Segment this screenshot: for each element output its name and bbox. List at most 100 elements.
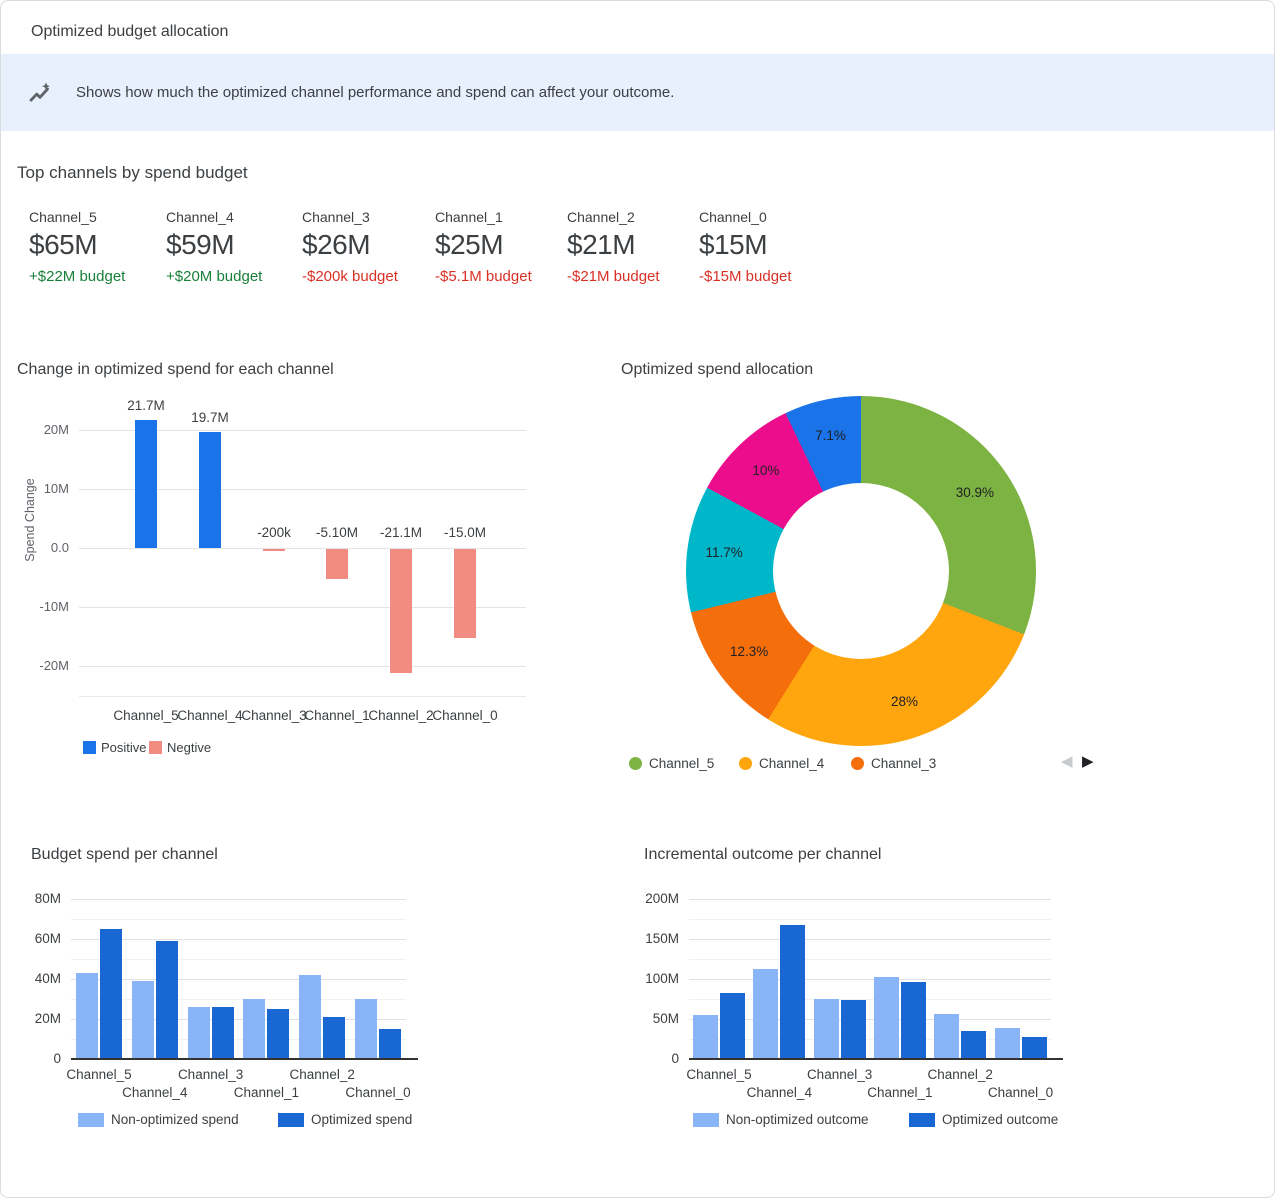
legend-next-arrow[interactable]: ▶ <box>1082 752 1094 770</box>
gridline <box>689 979 1051 980</box>
chart-title-budget-spend: Budget spend per channel <box>31 846 218 864</box>
y-axis-tick-label: 100M <box>625 971 679 986</box>
y-axis-tick-label: 0 <box>625 1051 679 1066</box>
x-axis-baseline <box>71 1058 418 1060</box>
channel-spend-value: $21M <box>567 229 699 261</box>
channel-card: Channel_5$65M+$22M budget <box>29 209 161 285</box>
y-axis-tick-label: 0 <box>7 1051 61 1066</box>
optimized-bar <box>1022 1037 1047 1059</box>
info-banner: Shows how much the optimized channel per… <box>1 54 1274 131</box>
x-axis-label: Channel_4 <box>107 1085 203 1100</box>
legend-dot <box>851 757 864 770</box>
optimized-bar <box>100 929 122 1059</box>
legend-swatch <box>83 741 96 754</box>
channel-card: Channel_4 $59M +$20M budget <box>166 209 298 285</box>
legend-label: Channel_4 <box>759 756 824 771</box>
donut-percent-label: 11.7% <box>689 545 759 560</box>
insights-icon <box>28 80 54 106</box>
channel-card: Channel_1 $25M -$5.1M budget <box>435 209 567 285</box>
negative-bar <box>326 549 348 579</box>
channel-spend-value: $15M <box>699 229 831 261</box>
channel-spend-value: $25M <box>435 229 567 261</box>
y-axis-tick-label: 50M <box>625 1011 679 1026</box>
chart-title-spend-allocation: Optimized spend allocation <box>621 361 813 379</box>
non-optimized-bar <box>299 975 321 1059</box>
y-axis-tick-label: 20M <box>7 1011 61 1026</box>
legend-dot <box>629 757 642 770</box>
donut-percent-label: 10% <box>731 463 801 478</box>
chart-title-incremental-outcome: Incremental outcome per channel <box>644 846 881 864</box>
channel-budget-delta: -$21M budget <box>567 268 699 285</box>
legend-swatch <box>149 741 162 754</box>
legend-prev-arrow[interactable]: ◀ <box>1061 752 1073 770</box>
donut-percent-label: 30.9% <box>940 485 1010 500</box>
x-axis-label: Channel_2 <box>274 1067 370 1082</box>
channel-budget-delta: -$5.1M budget <box>435 268 567 285</box>
optimized-bar <box>156 941 178 1059</box>
donut-percent-label: 7.1% <box>795 428 865 443</box>
minor-gridline <box>689 919 1051 920</box>
channel-name: Channel_0 <box>699 209 831 225</box>
gridline <box>79 696 526 697</box>
non-optimized-bar <box>814 999 839 1059</box>
minor-gridline <box>689 959 1051 960</box>
y-axis-tick-label: 60M <box>7 931 61 946</box>
negative-bar <box>390 549 412 673</box>
x-axis-label: Channel_0 <box>973 1085 1069 1100</box>
x-axis-label: Channel_1 <box>852 1085 948 1100</box>
legend-swatch <box>693 1113 719 1127</box>
non-optimized-bar <box>76 973 98 1059</box>
bar-value-label: -15.0M <box>425 525 505 540</box>
channel-card: Channel_2 $21M -$21M budget <box>567 209 699 285</box>
channel-name: Channel_4 <box>166 209 298 225</box>
legend-label: Optimized outcome <box>942 1112 1058 1127</box>
y-axis-tick-label: 150M <box>625 931 679 946</box>
non-optimized-bar <box>132 981 154 1059</box>
y-axis-tick-label: 20M <box>13 422 69 437</box>
legend-label: Positive <box>101 740 147 755</box>
x-axis-label: Channel_3 <box>163 1067 259 1082</box>
non-optimized-bar <box>874 977 899 1059</box>
channel-name: Channel_1 <box>435 209 567 225</box>
x-axis-label: Channel_2 <box>912 1067 1008 1082</box>
channel-spend-value: $26M <box>302 229 434 261</box>
donut-percent-label: 28% <box>869 694 939 709</box>
optimized-bar <box>212 1007 234 1059</box>
legend-label: Optimized spend <box>311 1112 412 1127</box>
legend-label: Non-optimized outcome <box>726 1112 869 1127</box>
x-axis-label: Channel_5 <box>51 1067 147 1082</box>
optimized-bar <box>267 1009 289 1059</box>
legend-swatch <box>78 1113 104 1127</box>
gridline <box>79 666 526 667</box>
non-optimized-bar <box>934 1014 959 1059</box>
x-axis-label: Channel_5 <box>671 1067 767 1082</box>
gridline <box>689 939 1051 940</box>
legend-dot <box>739 757 752 770</box>
legend-label: Channel_5 <box>649 756 714 771</box>
y-axis-tick-label: 10M <box>13 481 69 496</box>
y-axis-tick-label: -10M <box>13 599 69 614</box>
y-axis-tick-label: 80M <box>7 891 61 906</box>
channel-budget-delta: +$22M budget <box>29 268 161 285</box>
optimized-bar <box>901 982 926 1059</box>
channel-budget-delta: +$20M budget <box>166 268 298 285</box>
legend-swatch <box>278 1113 304 1127</box>
channel-spend-value: $59M <box>166 229 298 261</box>
donut-percent-label: 12.3% <box>714 644 784 659</box>
y-axis-tick-label: 200M <box>625 891 679 906</box>
channel-card: Channel_3$26M-$200k budget <box>302 209 434 285</box>
channel-card: Channel_0$15M-$15M budget <box>699 209 831 285</box>
gridline <box>689 899 1051 900</box>
optimized-bar <box>961 1031 986 1059</box>
x-axis-label: Channel_0 <box>330 1085 426 1100</box>
x-axis-label: Channel_4 <box>731 1085 827 1100</box>
donut-hole <box>773 483 949 659</box>
optimized-bar <box>323 1017 345 1059</box>
non-optimized-bar <box>243 999 265 1059</box>
channel-name: Channel_2 <box>567 209 699 225</box>
optimized-bar <box>720 993 745 1059</box>
legend-swatch <box>909 1113 935 1127</box>
optimized-bar <box>379 1029 401 1059</box>
y-axis-tick-label: 40M <box>7 971 61 986</box>
bar-value-label: 19.7M <box>170 410 250 425</box>
